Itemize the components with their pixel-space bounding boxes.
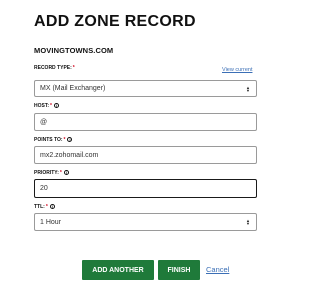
required-mark: * [72, 65, 75, 71]
points-to-label-text: POINTS TO: [34, 137, 63, 143]
select-chevron-icon: ▲ ▼ [246, 84, 250, 93]
help-icon[interactable]: i [53, 103, 59, 108]
help-icon[interactable]: i [63, 170, 69, 175]
priority-value: 20 [40, 185, 48, 192]
points-to-value: mx2.zohomail.com [40, 151, 99, 159]
required-mark: * [59, 170, 62, 176]
record-type-value: MX (Mail Exchanger) [40, 85, 106, 92]
ttl-value: 1 Hour [40, 218, 62, 226]
priority-label-text: PRIORITY: [34, 170, 59, 176]
record-type-label-text: RECORD TYPE: [34, 65, 72, 71]
points-to-input[interactable]: mx2.zohomail.com [34, 146, 257, 164]
page-title: ADD ZONE RECORD [34, 13, 196, 30]
ttl-label-text: TTL: [34, 204, 45, 210]
host-label-text: HOST: [34, 103, 49, 109]
priority-label: PRIORITY:* i [34, 170, 69, 176]
host-input[interactable]: @ [34, 113, 257, 131]
host-value: @ [40, 118, 48, 126]
required-mark: * [50, 103, 52, 109]
help-icon[interactable]: i [49, 204, 55, 209]
domain-name: MOVINGTOWNS.COM [34, 46, 114, 55]
cancel-link[interactable]: Cancel [206, 265, 229, 274]
priority-input[interactable]: 20 [34, 179, 257, 198]
add-another-button[interactable]: ADD ANOTHER [82, 260, 154, 280]
record-type-label: RECORD TYPE:* [34, 65, 75, 71]
required-mark: * [63, 137, 66, 143]
select-chevron-icon: ▲ ▼ [246, 218, 250, 226]
host-label: HOST:* i [34, 103, 59, 109]
ttl-select[interactable]: 1 Hour ▲ ▼ [34, 213, 257, 231]
record-type-select[interactable]: MX (Mail Exchanger) ▲ ▼ [34, 80, 257, 97]
finish-button[interactable]: FINISH [158, 260, 200, 280]
ttl-label: TTL:* i [34, 204, 55, 210]
view-current-link[interactable]: View current [222, 67, 252, 73]
points-to-label: POINTS TO:* i [34, 137, 73, 143]
help-icon[interactable]: i [67, 137, 73, 142]
required-mark: * [45, 204, 48, 210]
